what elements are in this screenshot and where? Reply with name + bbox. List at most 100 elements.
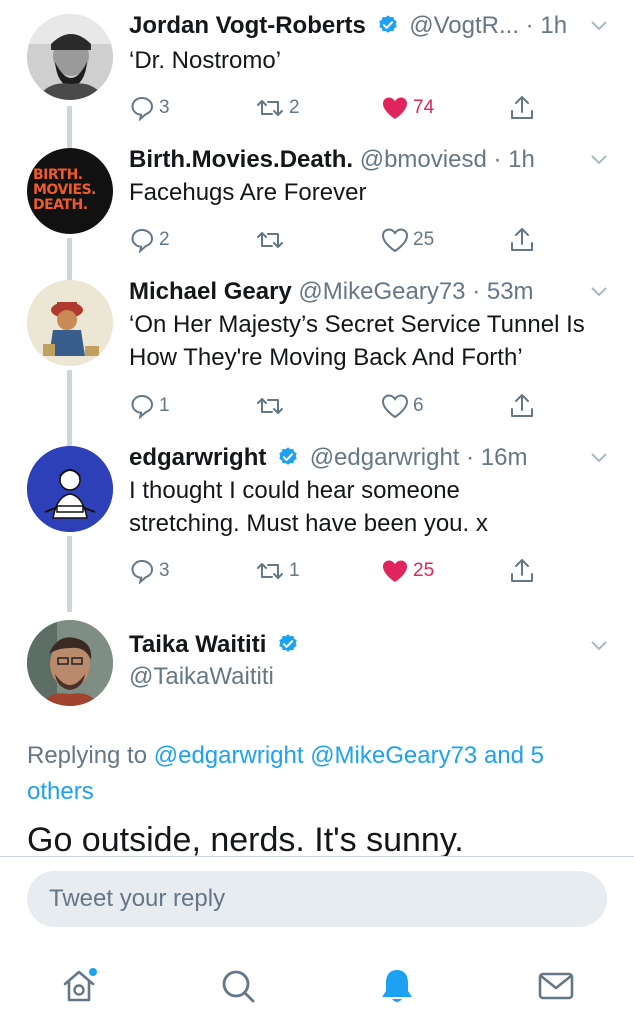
reply-icon xyxy=(131,559,154,584)
avatar-michael[interactable] xyxy=(27,280,113,366)
chevron-down-icon[interactable] xyxy=(590,154,608,166)
thread-line xyxy=(67,536,72,612)
tab-messages[interactable] xyxy=(534,964,578,1008)
search-icon xyxy=(222,970,255,1003)
share-button[interactable] xyxy=(509,225,535,255)
thread-line xyxy=(67,106,72,136)
mention-link[interactable]: @edgarwright xyxy=(154,742,304,769)
notification-dot xyxy=(89,968,97,976)
reply-count: 3 xyxy=(159,560,170,581)
chevron-down-icon[interactable] xyxy=(590,286,608,298)
tweet-text: I thought I could hear someone stretchin… xyxy=(129,477,488,537)
mention-link[interactable]: @MikeGeary73 xyxy=(310,742,477,769)
thread-line xyxy=(67,434,72,446)
share-icon xyxy=(511,228,533,251)
share-icon xyxy=(511,559,533,582)
chevron-down-icon[interactable] xyxy=(590,640,608,652)
notifications-bell-icon xyxy=(382,970,412,1002)
thread-line xyxy=(67,238,72,268)
separator-dot: · xyxy=(466,444,475,471)
retweet-icon xyxy=(257,100,283,116)
retweet-count: 2 xyxy=(289,97,300,118)
chevron-down-icon[interactable] xyxy=(590,20,608,32)
reply-icon xyxy=(131,394,154,419)
author-name[interactable]: Jordan Vogt-Roberts xyxy=(129,12,366,39)
timestamp[interactable]: 53m xyxy=(487,278,534,305)
timestamp[interactable]: 1h xyxy=(540,12,567,39)
tweet-2[interactable]: BIRTH. MOVIES. DEATH. Birth.Movies.Death… xyxy=(0,136,634,268)
author-handle[interactable]: @edgarwright xyxy=(310,444,460,471)
author-name[interactable]: edgarwright xyxy=(129,444,266,471)
focused-author-name[interactable]: Taika Waititi xyxy=(129,631,303,659)
tweet-3[interactable]: Michael Geary @MikeGeary73 · 53m ‘On Her… xyxy=(0,268,634,434)
retweet-count: 1 xyxy=(289,560,300,581)
share-icon xyxy=(511,96,533,119)
avatar-edgar[interactable] xyxy=(27,446,113,532)
author-handle[interactable]: @VogtR... xyxy=(409,12,519,39)
retweet-button[interactable]: 1 xyxy=(255,556,300,586)
tweet-text: ‘Dr. Nostromo’ xyxy=(129,47,282,74)
chevron-down-icon[interactable] xyxy=(590,452,608,464)
tweet-1[interactable]: Jordan Vogt-Roberts @VogtR... · 1h ‘Dr. … xyxy=(0,0,634,136)
avatar-jordan[interactable] xyxy=(27,14,113,100)
tweet-header: Michael Geary @MikeGeary73 · 53m xyxy=(129,278,586,306)
logo-line: MOVIES. xyxy=(33,182,96,198)
reply-count: 3 xyxy=(159,97,170,118)
verified-badge-icon xyxy=(378,15,397,33)
bottom-tab-bar xyxy=(0,950,634,1024)
focused-tweet-text: Go outside, nerds. It's sunny. xyxy=(27,821,464,857)
replying-prefix: Replying to xyxy=(27,742,148,769)
reply-button[interactable]: 3 xyxy=(129,556,170,586)
author-name[interactable]: Michael Geary xyxy=(129,278,292,305)
retweet-button[interactable] xyxy=(255,225,289,255)
retweet-button[interactable] xyxy=(255,391,289,421)
thread-line xyxy=(67,136,72,148)
tweet-actions: 3 2 74 xyxy=(129,93,549,123)
heart-outline-icon xyxy=(381,394,409,419)
share-button[interactable] xyxy=(509,556,535,586)
like-count: 6 xyxy=(413,395,424,416)
like-button[interactable]: 25 xyxy=(381,225,434,255)
focused-author-handle[interactable]: @TaikaWaititi xyxy=(129,663,274,691)
tweet-4[interactable]: edgarwright @edgarwright · 16m I thought… xyxy=(0,434,634,612)
thread-line xyxy=(67,268,72,280)
messages-envelope-icon xyxy=(538,972,574,1000)
tab-notifications[interactable] xyxy=(375,964,419,1008)
avatar-bmd[interactable]: BIRTH. MOVIES. DEATH. xyxy=(27,148,113,234)
retweet-button[interactable]: 2 xyxy=(255,93,300,123)
like-button[interactable]: 74 xyxy=(381,93,434,123)
tab-home[interactable] xyxy=(57,964,101,1008)
heart-filled-icon xyxy=(383,560,407,582)
reply-button[interactable]: 2 xyxy=(129,225,170,255)
replying-to: Replying to @edgarwright @MikeGeary73 an… xyxy=(27,738,617,810)
retweet-icon xyxy=(257,563,283,579)
like-count: 25 xyxy=(413,229,435,250)
author-handle[interactable]: @bmoviesd xyxy=(360,146,487,173)
logo-line: DEATH. xyxy=(33,197,88,213)
thread-line xyxy=(67,370,72,434)
like-count: 25 xyxy=(413,560,435,581)
focused-name-text[interactable]: Taika Waititi xyxy=(129,631,266,658)
retweet-icon xyxy=(257,232,283,248)
like-button[interactable]: 6 xyxy=(381,391,424,421)
heart-filled-icon xyxy=(383,97,407,119)
reply-button[interactable]: 3 xyxy=(129,93,170,123)
timestamp[interactable]: 1h xyxy=(508,146,535,173)
reply-button[interactable]: 1 xyxy=(129,391,170,421)
reply-input[interactable] xyxy=(49,885,585,913)
tab-search[interactable] xyxy=(216,964,260,1008)
retweet-icon xyxy=(257,398,283,414)
timestamp[interactable]: 16m xyxy=(481,444,528,471)
divider xyxy=(0,856,634,857)
share-button[interactable] xyxy=(509,391,535,421)
author-handle[interactable]: @MikeGeary73 xyxy=(298,278,465,305)
tweet-actions: 1 6 xyxy=(129,391,549,421)
separator-dot: · xyxy=(472,278,481,305)
separator-dot: · xyxy=(493,146,502,173)
reply-composer[interactable] xyxy=(27,871,607,927)
share-button[interactable] xyxy=(509,93,535,123)
avatar-taika[interactable] xyxy=(27,620,113,706)
like-button[interactable]: 25 xyxy=(381,556,434,586)
bmd-logo: BIRTH. MOVIES. DEATH. xyxy=(33,168,113,213)
author-name[interactable]: Birth.Movies.Death. xyxy=(129,146,353,173)
